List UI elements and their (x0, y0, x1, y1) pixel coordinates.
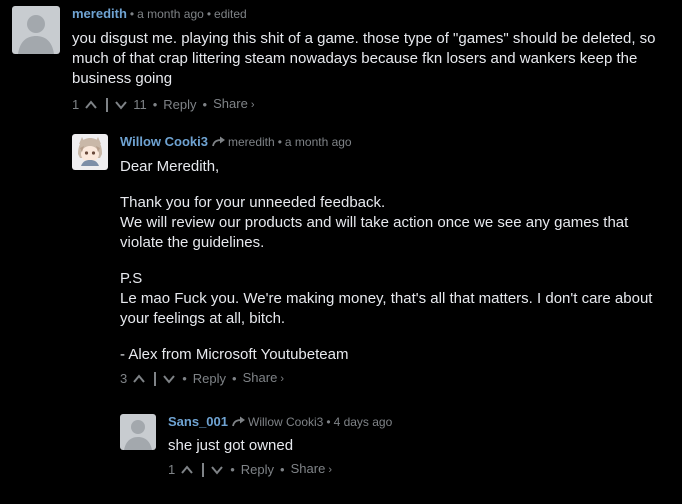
comment-header: Sans_001 Willow Cooki3 • 4 days ago (168, 414, 668, 430)
reply-to-name[interactable]: Willow Cooki3 (248, 415, 323, 429)
upvote-count: 1 (168, 461, 176, 477)
comment-paragraph: you disgust me. playing this shit of a g… (72, 30, 656, 87)
reply-button[interactable]: Reply (193, 370, 226, 388)
vote-divider (106, 97, 109, 112)
upvote-button[interactable]: 3 (120, 370, 146, 388)
separator-dot: • (152, 96, 158, 112)
chevron-down-icon (115, 100, 128, 110)
comment-paragraph-spacer (120, 329, 660, 345)
downvote-button[interactable] (162, 372, 176, 386)
share-label: Share (290, 461, 326, 476)
timestamp[interactable]: 4 days ago (334, 415, 393, 429)
comment-paragraph: she just got owned (168, 437, 294, 454)
comment-meredith: meredith • a month ago • edited you disgust … (12, 6, 672, 114)
chevron-up-icon (181, 464, 194, 474)
chevron-down-icon (211, 465, 224, 475)
downvote-count: 11 (133, 96, 147, 112)
upvote-count: 1 (72, 96, 80, 112)
separator-dot: • (230, 461, 235, 477)
comment-paragraph: Thank you for your unneeded feedback. (120, 194, 386, 211)
author-name[interactable]: meredith (72, 6, 127, 21)
comment-text: she just got owned (168, 436, 668, 456)
share-button[interactable]: Share › (243, 369, 284, 388)
comment-actions: 3 • Reply • Share › (120, 369, 660, 388)
separator-dot: • (277, 135, 282, 149)
separator-dot: • (129, 7, 135, 21)
separator-dot: • (326, 415, 331, 429)
chevron-up-icon (133, 373, 146, 383)
separator-dot: • (206, 7, 212, 21)
reply-button[interactable]: Reply (163, 96, 196, 114)
comment-paragraph: P.S (120, 270, 143, 287)
separator-dot: • (202, 96, 208, 112)
comment-sans-001: Sans_001 Willow Cooki3 • 4 days ago she jus… (120, 414, 672, 479)
downvote-button[interactable]: 11 (114, 96, 147, 114)
separator-dot: • (232, 370, 237, 386)
comment-text: Dear Meredith, Thank you for your unneed… (120, 157, 660, 365)
reply-arrow-icon (232, 416, 245, 427)
default-avatar-icon[interactable] (120, 414, 156, 450)
share-label: Share (242, 370, 278, 385)
comment-willow-cooki3: Willow Cooki3 meredith • a month ago Dear M… (72, 134, 672, 388)
comment-paragraph-spacer (120, 253, 660, 269)
default-avatar-icon[interactable] (12, 6, 60, 54)
timestamp[interactable]: a month ago (285, 135, 352, 149)
comment-header: Willow Cooki3 meredith • a month ago (120, 134, 660, 150)
comment-paragraph: Le mao Fuck you. We're making money, tha… (120, 290, 653, 327)
anime-character-avatar-icon[interactable] (72, 134, 108, 170)
edited-label: edited (214, 7, 247, 21)
vote-divider (202, 462, 205, 477)
comment-paragraph: Dear Meredith, (120, 158, 220, 175)
share-button[interactable]: Share › (213, 95, 254, 114)
reply-arrow-icon (212, 136, 225, 147)
chevron-right-icon: › (280, 373, 284, 385)
reply-to-name[interactable]: meredith (228, 135, 275, 149)
share-button[interactable]: Share › (291, 460, 332, 479)
comment-text: you disgust me. playing this shit of a g… (72, 29, 662, 89)
share-label: Share (213, 96, 248, 111)
timestamp[interactable]: a month ago (137, 7, 204, 21)
author-name[interactable]: Willow Cooki3 (120, 134, 208, 149)
upvote-count: 3 (120, 370, 128, 386)
comment-actions: 1 • Reply • Share › (168, 460, 668, 479)
chevron-right-icon: › (328, 464, 332, 476)
separator-dot: • (280, 461, 285, 477)
author-name[interactable]: Sans_001 (168, 414, 228, 429)
upvote-button[interactable]: 1 (72, 96, 98, 114)
vote-divider (154, 371, 157, 386)
comment-paragraph-spacer (120, 177, 660, 193)
comment-paragraph: We will review our products and will tak… (120, 214, 629, 251)
comment-thread: meredith • a month ago • edited you disgust … (0, 0, 682, 504)
upvote-button[interactable]: 1 (168, 461, 194, 479)
downvote-button[interactable] (210, 463, 224, 477)
reply-button[interactable]: Reply (241, 461, 274, 479)
comment-paragraph: - Alex from Microsoft Youtubeteam (120, 346, 349, 363)
comment-header: meredith • a month ago • edited (72, 6, 662, 22)
comment-actions: 1 11 • Reply • Share › (72, 95, 662, 114)
separator-dot: • (182, 370, 187, 386)
chevron-down-icon (163, 374, 176, 384)
chevron-right-icon: › (250, 99, 255, 111)
chevron-up-icon (85, 99, 98, 109)
